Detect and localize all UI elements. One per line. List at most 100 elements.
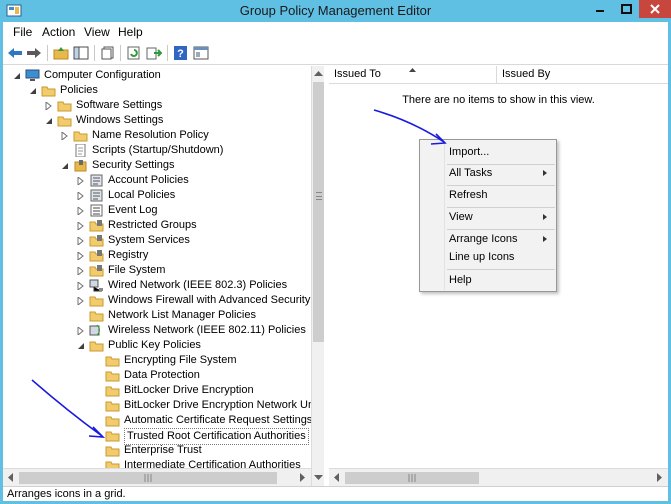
collapsed-arrow-icon[interactable]	[77, 207, 85, 215]
tree-scroll-thumb[interactable]	[313, 82, 324, 342]
properties-button[interactable]	[192, 44, 210, 62]
tree-node[interactable]: Windows Settings	[3, 113, 323, 128]
list-hscroll-thumb[interactable]	[345, 472, 479, 484]
menu-help[interactable]: Help	[118, 25, 143, 39]
policy-icon	[90, 189, 103, 202]
collapsed-arrow-icon[interactable]	[77, 282, 85, 290]
tree-vertical-scrollbar[interactable]	[311, 66, 324, 486]
tree-hscroll-thumb[interactable]	[19, 472, 277, 484]
refresh-button[interactable]	[125, 44, 143, 62]
toolbar-separator	[120, 45, 121, 61]
scroll-down-icon[interactable]	[314, 475, 323, 481]
collapsed-arrow-icon[interactable]	[77, 267, 85, 275]
maximize-button[interactable]	[613, 0, 639, 18]
menu-action[interactable]: Action	[42, 25, 75, 39]
tree-node[interactable]: Network List Manager Policies	[3, 308, 323, 323]
export-list-button[interactable]	[145, 44, 163, 62]
tree-node[interactable]: Account Policies	[3, 173, 323, 188]
collapsed-arrow-icon[interactable]	[77, 297, 85, 305]
menu-item-help[interactable]: Help	[420, 270, 556, 290]
menu-item-import[interactable]: Import...	[420, 142, 556, 162]
tree-node-label: Public Key Policies	[108, 339, 201, 351]
scroll-left-icon[interactable]	[7, 473, 13, 482]
collapsed-arrow-icon[interactable]	[77, 327, 85, 335]
scroll-right-icon[interactable]	[657, 473, 663, 482]
column-label: Issued By	[502, 68, 551, 80]
tree-node-label: BitLocker Drive Encryption Network Unloc	[124, 399, 324, 411]
title-bar[interactable]: Group Policy Management Editor	[0, 0, 671, 22]
scroll-up-icon[interactable]	[314, 70, 323, 76]
folder-icon	[89, 341, 104, 352]
forward-arrow-icon	[27, 48, 41, 58]
tree-node[interactable]: Software Settings	[3, 98, 323, 113]
expanded-arrow-icon[interactable]	[45, 117, 53, 125]
scroll-right-icon[interactable]	[300, 473, 306, 482]
menu-item-arrange-icons[interactable]: Arrange Icons	[420, 229, 556, 249]
collapsed-arrow-icon[interactable]	[77, 237, 85, 245]
tree-node[interactable]: Security Settings	[3, 158, 323, 173]
tree-node[interactable]: Windows Firewall with Advanced Security	[3, 293, 323, 308]
tree-node[interactable]: Scripts (Startup/Shutdown)	[3, 143, 323, 158]
folder-icon	[105, 401, 120, 412]
tree-node[interactable]: Event Log	[3, 203, 323, 218]
tree-node[interactable]: Policies	[3, 83, 323, 98]
menu-item-view[interactable]: View	[420, 207, 556, 227]
tree-node[interactable]: System Services	[3, 233, 323, 248]
tree-node-label: System Services	[108, 234, 190, 246]
tree-node[interactable]: Local Policies	[3, 188, 323, 203]
tree-node[interactable]: BitLocker Drive Encryption Network Unloc	[3, 398, 324, 413]
tree-node[interactable]: Registry	[3, 248, 323, 263]
expanded-arrow-icon[interactable]	[61, 162, 69, 170]
computer-icon	[25, 69, 40, 81]
list-horizontal-scrollbar[interactable]	[329, 468, 668, 486]
tree-node[interactable]: Name Resolution Policy	[3, 128, 323, 143]
minimize-button[interactable]	[587, 0, 613, 18]
collapsed-arrow-icon[interactable]	[77, 252, 85, 260]
column-header-issued-by[interactable]: Issued By	[497, 66, 668, 84]
tree-node[interactable]: Wired Network (IEEE 802.3) Policies	[3, 278, 323, 293]
folder-icon	[105, 371, 120, 382]
scroll-left-icon[interactable]	[333, 473, 339, 482]
collapsed-arrow-icon[interactable]	[77, 222, 85, 230]
expanded-arrow-icon[interactable]	[13, 72, 21, 80]
help-button[interactable]: ?	[172, 44, 190, 62]
expanded-arrow-icon[interactable]	[29, 87, 37, 95]
tree-node[interactable]: Public Key Policies	[3, 338, 323, 353]
menu-view[interactable]: View	[84, 25, 110, 39]
tree-node[interactable]: Encrypting File System	[3, 353, 323, 368]
menu-item-refresh[interactable]: Refresh	[420, 185, 556, 205]
menu-item-all-tasks[interactable]: All Tasks	[420, 163, 556, 183]
tree-node[interactable]: Wireless Network (IEEE 802.11) Policies	[3, 323, 323, 338]
tree-horizontal-scrollbar[interactable]	[3, 468, 311, 486]
console-tree[interactable]: Computer Configuration Policies Software S…	[3, 66, 324, 486]
forward-button[interactable]	[25, 44, 43, 62]
tree-node[interactable]: Enterprise Trust	[3, 443, 323, 458]
collapsed-arrow-icon[interactable]	[61, 132, 69, 140]
tree-node[interactable]: Trusted Root Certification Authorities	[3, 428, 323, 445]
tree-node[interactable]: Computer Configuration	[3, 68, 323, 83]
tree-node[interactable]: Restricted Groups	[3, 218, 323, 233]
collapsed-arrow-icon[interactable]	[45, 102, 53, 110]
tree-node[interactable]: Automatic Certificate Request Settings	[3, 413, 323, 428]
column-header-issued-to[interactable]: Issued To	[329, 66, 497, 84]
up-level-button[interactable]	[52, 44, 70, 62]
show-hide-tree-button[interactable]	[72, 44, 90, 62]
close-button[interactable]	[639, 0, 671, 18]
grip-icon	[144, 474, 152, 482]
tree-node[interactable]: File System	[3, 263, 323, 278]
back-button[interactable]	[6, 44, 24, 62]
security-icon	[74, 160, 87, 172]
status-text: Arranges icons in a grid.	[7, 488, 126, 500]
tree-node[interactable]: Data Protection	[3, 368, 323, 383]
menu-file[interactable]: File	[13, 25, 32, 39]
menu-item-line-up-icons[interactable]: Line up Icons	[420, 247, 556, 267]
copy-button[interactable]	[99, 44, 117, 62]
expanded-arrow-icon[interactable]	[77, 342, 85, 350]
collapsed-arrow-icon[interactable]	[77, 177, 85, 185]
tree-node[interactable]: BitLocker Drive Encryption	[3, 383, 323, 398]
collapsed-arrow-icon[interactable]	[77, 192, 85, 200]
tree-node-label: Policies	[60, 84, 98, 96]
submenu-arrow-icon	[543, 214, 547, 220]
tree-node-label: File System	[108, 264, 166, 276]
maximize-icon	[620, 4, 632, 14]
